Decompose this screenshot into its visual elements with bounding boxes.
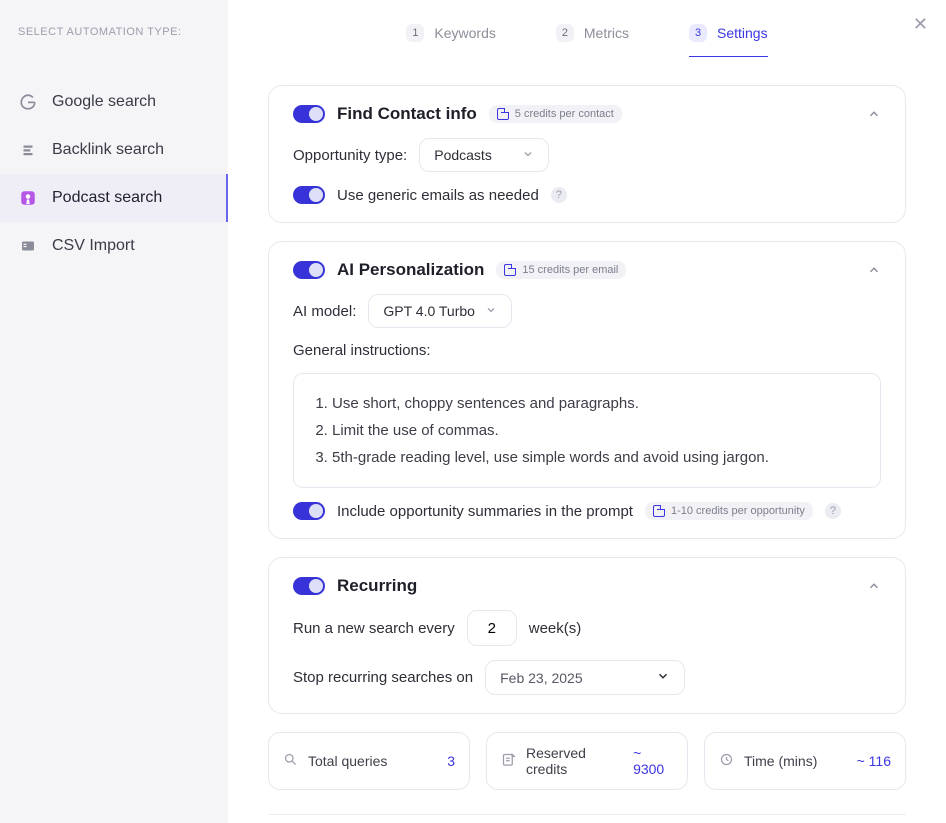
ai-model-label: AI model: <box>293 303 356 320</box>
stats-row: Total queries 3 Reserved credits ~ 9300 … <box>268 732 906 790</box>
step-label: Metrics <box>584 25 629 41</box>
credits-icon <box>504 264 516 276</box>
cost-badge-contact: 5 credits per contact <box>489 105 622 123</box>
generic-emails-label: Use generic emails as needed <box>337 187 539 204</box>
stepper: 1 Keywords 2 Metrics 3 Settings <box>268 0 906 67</box>
step-keywords[interactable]: 1 Keywords <box>406 18 495 57</box>
main-panel: ✕ 1 Keywords 2 Metrics 3 Settings Find C… <box>228 0 946 823</box>
stat-total-queries: Total queries 3 <box>268 732 470 790</box>
toggle-recurring[interactable] <box>293 577 325 595</box>
credits-icon <box>497 108 509 120</box>
search-icon <box>283 752 298 770</box>
step-settings[interactable]: 3 Settings <box>689 18 768 57</box>
help-icon[interactable]: ? <box>551 187 567 203</box>
sidebar-title: SELECT AUTOMATION TYPE: <box>0 26 228 38</box>
opportunity-type-select[interactable]: Podcasts <box>419 138 549 172</box>
stat-label: Reserved credits <box>526 745 623 777</box>
recurring-stop-label: Stop recurring searches on <box>293 669 473 686</box>
sidebar-item-backlink-search[interactable]: Backlink search <box>0 126 228 174</box>
general-instructions-label: General instructions: <box>293 342 431 359</box>
google-icon <box>18 92 38 112</box>
toggle-include-summaries[interactable] <box>293 502 325 520</box>
include-summaries-label: Include opportunity summaries in the pro… <box>337 503 633 520</box>
sidebar-item-label: Podcast search <box>52 189 162 207</box>
clock-icon <box>719 752 734 770</box>
divider <box>268 814 906 815</box>
toggle-generic-emails[interactable] <box>293 186 325 204</box>
chevron-down-icon <box>522 147 534 163</box>
podcast-icon <box>18 188 38 208</box>
collapse-icon[interactable] <box>867 579 881 593</box>
card-title: Recurring <box>337 576 417 596</box>
step-number: 2 <box>556 24 574 42</box>
opportunity-type-label: Opportunity type: <box>293 147 407 164</box>
chevron-down-icon <box>656 669 670 686</box>
stat-value: 3 <box>447 753 455 769</box>
sidebar: SELECT AUTOMATION TYPE: Google search Ba… <box>0 0 228 823</box>
chevron-down-icon <box>485 303 497 319</box>
instruction-item: 5th-grade reading level, use simple word… <box>332 444 860 471</box>
stat-label: Time (mins) <box>744 753 817 769</box>
recurring-every-suffix: week(s) <box>529 620 582 637</box>
step-number: 1 <box>406 24 424 42</box>
step-label: Settings <box>717 25 768 41</box>
stat-label: Total queries <box>308 753 387 769</box>
collapse-icon[interactable] <box>867 107 881 121</box>
recurring-every-prefix: Run a new search every <box>293 620 455 637</box>
date-value: Feb 23, 2025 <box>500 670 583 686</box>
sidebar-item-label: CSV Import <box>52 237 135 255</box>
instruction-item: Use short, choppy sentences and paragrap… <box>332 390 860 417</box>
select-value: Podcasts <box>434 147 492 163</box>
credits-icon <box>653 505 665 517</box>
card-title: AI Personalization <box>337 260 484 280</box>
stat-value: ~ 116 <box>857 753 891 769</box>
card-recurring: Recurring Run a new search every week(s)… <box>268 557 906 714</box>
step-number: 3 <box>689 24 707 42</box>
step-metrics[interactable]: 2 Metrics <box>556 18 629 57</box>
backlink-icon <box>18 140 38 160</box>
csv-icon <box>18 236 38 256</box>
sidebar-item-podcast-search[interactable]: Podcast search <box>0 174 228 222</box>
toggle-ai-personalization[interactable] <box>293 261 325 279</box>
toggle-find-contact[interactable] <box>293 105 325 123</box>
recurring-stop-date-select[interactable]: Feb 23, 2025 <box>485 660 685 695</box>
general-instructions-box[interactable]: Use short, choppy sentences and paragrap… <box>293 373 881 488</box>
recurring-interval-input[interactable] <box>467 610 517 646</box>
instruction-item: Limit the use of commas. <box>332 417 860 444</box>
help-icon[interactable]: ? <box>825 503 841 519</box>
sidebar-item-csv-import[interactable]: CSV Import <box>0 222 228 270</box>
card-ai-personalization: AI Personalization 15 credits per email … <box>268 241 906 539</box>
sidebar-item-label: Google search <box>52 93 156 111</box>
stat-value: ~ 9300 <box>633 745 673 777</box>
sidebar-item-google-search[interactable]: Google search <box>0 78 228 126</box>
card-title: Find Contact info <box>337 104 477 124</box>
ai-model-select[interactable]: GPT 4.0 Turbo <box>368 294 512 328</box>
sidebar-item-label: Backlink search <box>52 141 164 159</box>
credits-icon <box>501 752 516 770</box>
step-label: Keywords <box>434 25 495 41</box>
cost-badge-ai: 15 credits per email <box>496 261 626 279</box>
select-value: GPT 4.0 Turbo <box>383 303 475 319</box>
stat-time: Time (mins) ~ 116 <box>704 732 906 790</box>
card-find-contact: Find Contact info 5 credits per contact … <box>268 85 906 223</box>
collapse-icon[interactable] <box>867 263 881 277</box>
stat-reserved-credits: Reserved credits ~ 9300 <box>486 732 688 790</box>
close-icon[interactable]: ✕ <box>913 14 928 35</box>
cost-badge-summaries: 1-10 credits per opportunity <box>645 502 813 520</box>
